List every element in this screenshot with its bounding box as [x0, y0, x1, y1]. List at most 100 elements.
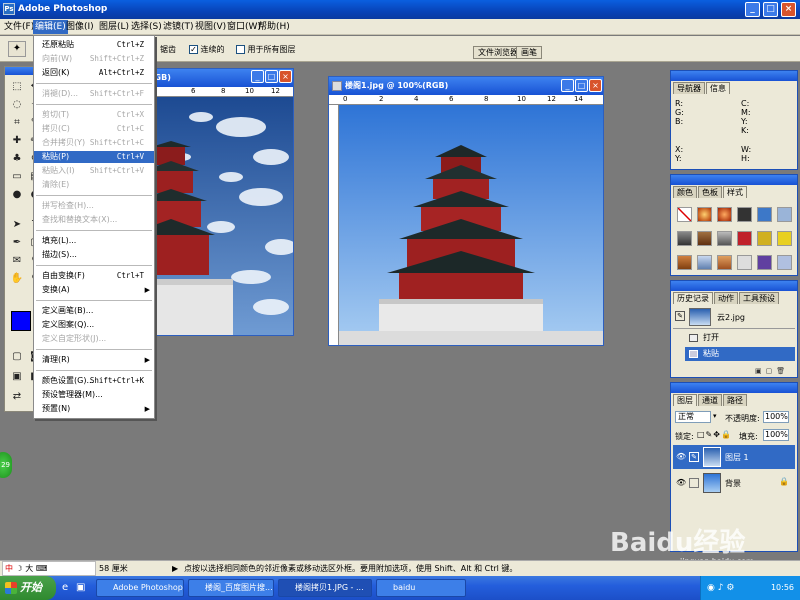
style-swatch[interactable]	[737, 255, 752, 270]
doc-right-close-button[interactable]: ×	[589, 79, 602, 92]
tab-layers[interactable]: 图层	[673, 394, 697, 406]
menu-step-backward[interactable]: 返回(K) Alt+Ctrl+Z	[34, 67, 154, 79]
fill-input[interactable]: 100%	[763, 429, 789, 441]
style-swatch[interactable]	[717, 231, 732, 246]
tab-channels[interactable]: 通道	[698, 394, 722, 406]
desktop-icon[interactable]: ▣	[76, 582, 85, 593]
tab-actions[interactable]: 动作	[714, 292, 738, 304]
style-swatch[interactable]	[697, 231, 712, 246]
layer-row-background[interactable]: 👁 背景 🔒	[673, 471, 795, 495]
blur-tool-icon[interactable]: ●	[9, 187, 25, 203]
screen-mode-icon[interactable]: ▣	[9, 369, 25, 385]
all-layers-option[interactable]: 用于所有图层	[236, 44, 296, 55]
chevron-down-icon[interactable]: ▾	[713, 412, 717, 420]
link-box-icon[interactable]	[689, 478, 699, 488]
tray-icons[interactable]: ◉ ♪ ⚙	[707, 576, 734, 600]
menu-cut[interactable]: 剪切(T) Ctrl+X	[34, 109, 154, 121]
tab-history[interactable]: 历史记录	[673, 292, 713, 304]
lasso-tool-icon[interactable]: ◌	[9, 97, 25, 113]
brush-source-icon[interactable]: ✎	[675, 311, 685, 321]
crop-tool-icon[interactable]: ⌗	[9, 115, 25, 131]
menu-copy[interactable]: 拷贝(C) Ctrl+C	[34, 123, 154, 135]
marquee-tool-icon[interactable]: ⬚	[9, 79, 25, 95]
menu-color-settings[interactable]: 颜色设置(G)... Shift+Ctrl+K	[34, 375, 154, 387]
taskbar-item-baidu-images[interactable]: 楼阁_百度图片搜...	[188, 579, 274, 597]
menu-paste[interactable]: 粘贴(P) Ctrl+V	[34, 151, 154, 163]
tab-info[interactable]: 信息	[706, 82, 730, 94]
palette-header[interactable]	[671, 175, 797, 185]
doc-left-maximize-button[interactable]: □	[265, 70, 278, 83]
doc-right-minimize-button[interactable]: _	[561, 79, 574, 92]
history-item-open[interactable]: 打开	[685, 331, 795, 345]
jump-to-imageready-icon[interactable]: ⇄	[9, 389, 25, 405]
menu-find-replace[interactable]: 查找和替换文本(X)...	[34, 214, 154, 226]
menu-purge[interactable]: 清理(R) ▶	[34, 354, 154, 366]
style-swatch[interactable]	[677, 231, 692, 246]
tab-navigator[interactable]: 导航器	[673, 82, 705, 94]
layer-row-layer1[interactable]: 👁 ✎ 图层 1	[673, 445, 795, 469]
play-arrow-icon[interactable]: ▶	[172, 561, 178, 576]
notes-tool-icon[interactable]: ✉	[9, 253, 25, 269]
doc-left-close-button[interactable]: ×	[279, 70, 292, 83]
menu-define-custom-shape[interactable]: 定义自定形状(J)...	[34, 333, 154, 345]
style-swatch[interactable]	[717, 207, 732, 222]
canvas-right-image[interactable]	[339, 105, 603, 345]
brush-link-icon[interactable]: ✎	[689, 452, 699, 462]
lock-options-icons[interactable]: □✎✥🔒	[697, 430, 732, 439]
eye-icon[interactable]: 👁	[676, 452, 686, 461]
menu-fade[interactable]: 消褪(D)... Shift+Ctrl+F	[34, 88, 154, 100]
maximize-button[interactable]: □	[763, 2, 778, 17]
blend-mode-select[interactable]: 正常	[675, 411, 711, 423]
opacity-input[interactable]: 100%	[763, 411, 789, 423]
style-swatch[interactable]	[697, 255, 712, 270]
style-swatch[interactable]	[697, 207, 712, 222]
brushes-tab[interactable]: 画笔	[516, 46, 542, 59]
healing-tool-icon[interactable]: ✚	[9, 133, 25, 149]
menu-edit[interactable]: 编辑(E)	[33, 20, 68, 34]
standard-mode-icon[interactable]: ▢	[9, 349, 25, 365]
menu-preset-manager[interactable]: 预设管理器(M)...	[34, 389, 154, 401]
style-swatch[interactable]	[757, 231, 772, 246]
menu-fill[interactable]: 填充(L)...	[34, 235, 154, 247]
style-swatch[interactable]	[757, 207, 772, 222]
tab-color[interactable]: 颜色	[673, 186, 697, 198]
start-button[interactable]: 开始	[0, 576, 56, 600]
ime-bar[interactable]: 中 ☽ 大 ⌨	[2, 561, 96, 576]
palette-header[interactable]	[671, 71, 797, 81]
style-none-swatch[interactable]	[677, 207, 692, 222]
style-swatch[interactable]	[777, 207, 792, 222]
menu-image[interactable]: 图像(I)	[64, 20, 96, 34]
menu-view[interactable]: 视图(V)	[193, 20, 228, 34]
menu-paste-into[interactable]: 粘贴入(I) Shift+Ctrl+V	[34, 165, 154, 177]
document-window-right[interactable]: 楼阁1.jpg @ 100%(RGB) _ □ × 0 2 4 6 8 10 1…	[328, 76, 604, 346]
tab-paths[interactable]: 路径	[723, 394, 747, 406]
style-swatch[interactable]	[777, 231, 792, 246]
palette-header[interactable]	[671, 383, 797, 393]
taskbar-item-baidu-folder[interactable]: baidu	[376, 579, 466, 597]
all-layers-checkbox[interactable]	[236, 45, 245, 54]
eye-icon[interactable]: 👁	[676, 478, 686, 487]
doc-left-minimize-button[interactable]: _	[251, 70, 264, 83]
style-swatch[interactable]	[677, 255, 692, 270]
menu-free-transform[interactable]: 自由变换(F) Ctrl+T	[34, 270, 154, 282]
taskbar-item-image-copy[interactable]: 楼阁拷贝1.JPG - ...	[278, 579, 372, 597]
contiguous-checkbox[interactable]: ✓	[189, 45, 198, 54]
menu-filter[interactable]: 滤镜(T)	[161, 20, 196, 34]
menu-preferences[interactable]: 预置(N) ▶	[34, 403, 154, 415]
menu-undo-paste[interactable]: 还原粘贴 Ctrl+Z	[34, 39, 154, 51]
contiguous-option[interactable]: ✓ 连续的	[189, 44, 225, 55]
style-swatch[interactable]	[737, 231, 752, 246]
eraser-tool-icon[interactable]: ▭	[9, 169, 25, 185]
style-swatch[interactable]	[777, 255, 792, 270]
menu-stroke[interactable]: 描边(S)...	[34, 249, 154, 261]
menu-help[interactable]: 帮助(H)	[256, 20, 292, 34]
style-swatch[interactable]	[717, 255, 732, 270]
ie-icon[interactable]: e	[62, 582, 68, 593]
menu-define-brush[interactable]: 定义画笔(B)...	[34, 305, 154, 317]
style-swatch[interactable]	[757, 255, 772, 270]
stamp-tool-icon[interactable]: ♣	[9, 151, 25, 167]
path-select-icon[interactable]: ➤	[9, 217, 25, 233]
tab-swatches[interactable]: 色板	[698, 186, 722, 198]
menu-step-forward[interactable]: 向前(W) Shift+Ctrl+Z	[34, 53, 154, 65]
menu-define-pattern[interactable]: 定义图案(Q)...	[34, 319, 154, 331]
